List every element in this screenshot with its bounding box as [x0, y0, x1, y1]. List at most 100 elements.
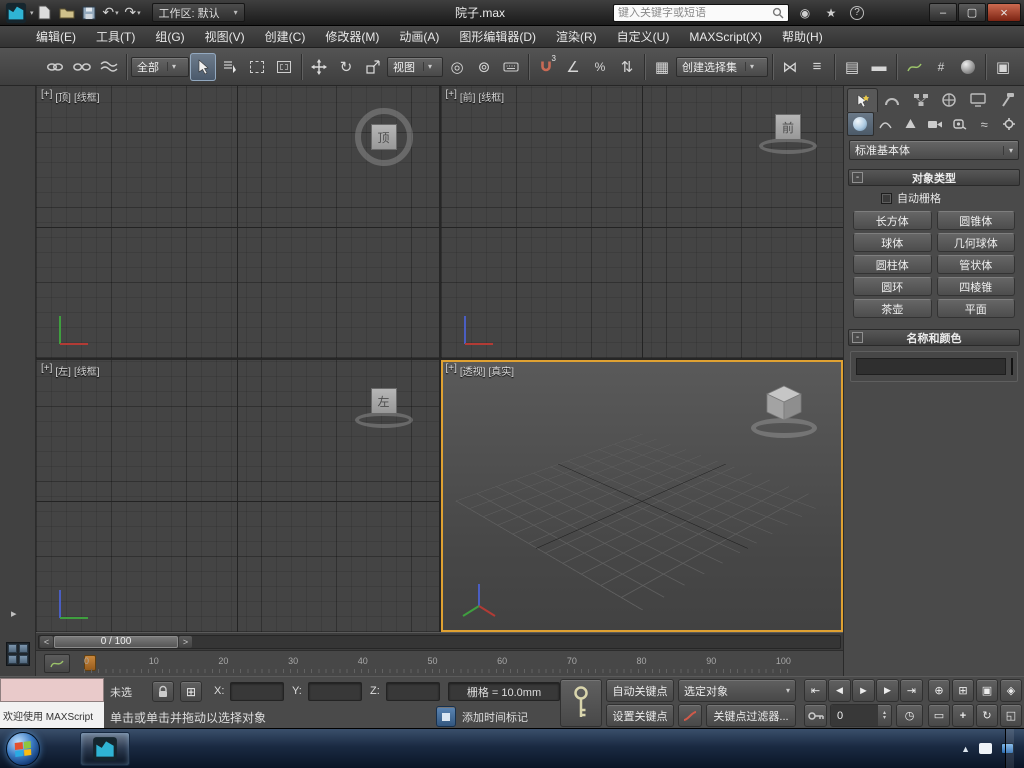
tray-notification-icon[interactable] [979, 743, 992, 754]
primitive-geosphere-button[interactable]: 几何球体 [937, 233, 1016, 252]
named-sets-dropdown[interactable]: 创建选择集▾ [676, 57, 768, 77]
bind-to-spacewarp-button[interactable] [96, 53, 122, 81]
previous-frame-button[interactable]: ◀ [828, 679, 851, 702]
category-spacewarps[interactable]: ≈ [972, 112, 997, 136]
auto-key-button[interactable]: 自动关键点 [606, 679, 674, 702]
primitive-cylinder-button[interactable]: 圆柱体 [853, 255, 932, 274]
menu-item-help[interactable]: 帮助(H) [772, 26, 833, 47]
current-frame-spinner[interactable]: 0 ▴▾ [830, 704, 892, 727]
object-type-rollout-header[interactable]: - 对象类型 [848, 169, 1020, 186]
next-frame-button[interactable]: ▶ [876, 679, 899, 702]
primitive-cone-button[interactable]: 圆锥体 [937, 211, 1016, 230]
viewcube-face[interactable]: 前 [775, 114, 801, 140]
keyboard-override-button[interactable] [498, 53, 524, 81]
menu-item-modifiers[interactable]: 修改器(M) [315, 26, 389, 47]
viewport-shading-label[interactable]: [真实] [488, 363, 514, 378]
viewport-pov-label[interactable]: [前] [460, 89, 476, 104]
undo-button[interactable]: ↶▾ [100, 3, 122, 23]
current-frame-value[interactable]: 0 [831, 705, 878, 726]
menu-item-tools[interactable]: 工具(T) [86, 26, 145, 47]
viewport-pov-label[interactable]: [顶] [55, 89, 71, 104]
open-mini-curve-editor-button[interactable] [44, 654, 70, 673]
time-slider-handle[interactable]: 0 / 100 [54, 636, 178, 648]
save-file-button[interactable] [78, 3, 100, 23]
time-slider[interactable]: < 0 / 100 > [38, 635, 841, 649]
menu-item-views[interactable]: 视图(V) [195, 26, 255, 47]
category-lights[interactable] [898, 112, 923, 136]
maxscript-mini-listener[interactable]: 欢迎使用 MAXScript [0, 702, 104, 728]
key-filters-button[interactable]: 关键点过滤器... [706, 704, 796, 727]
schematic-view-button[interactable]: # [928, 53, 954, 81]
menu-item-maxscript[interactable]: MAXScript(X) [679, 26, 772, 47]
material-editor-button[interactable] [955, 53, 981, 81]
category-helpers[interactable] [947, 112, 972, 136]
name-color-rollout-header[interactable]: - 名称和颜色 [848, 329, 1020, 346]
y-coordinate-input[interactable] [308, 682, 362, 701]
menu-item-customize[interactable]: 自定义(U) [607, 26, 680, 47]
menu-item-rendering[interactable]: 渲染(R) [546, 26, 607, 47]
autogrid-checkbox[interactable] [881, 193, 892, 204]
tab-hierarchy[interactable] [906, 88, 935, 112]
primitive-tube-button[interactable]: 管状体 [937, 255, 1016, 274]
viewport-front[interactable]: [+] [前] [线框] 前 [441, 86, 844, 358]
play-button[interactable]: ► [852, 679, 875, 702]
snaps-toggle-button[interactable]: 3 [533, 53, 559, 81]
tab-motion[interactable] [935, 88, 964, 112]
selection-lock-button[interactable] [152, 681, 174, 702]
menu-item-animation[interactable]: 动画(A) [389, 26, 449, 47]
menu-item-group[interactable]: 组(G) [145, 26, 194, 47]
default-tangents-button[interactable] [678, 704, 702, 727]
viewport-menu-button[interactable]: [+] [446, 363, 457, 378]
tab-create[interactable] [847, 88, 878, 112]
spinner-snap-button[interactable]: ⇅ [614, 53, 640, 81]
viewport-shading-label[interactable]: [线框] [74, 89, 100, 104]
tab-display[interactable] [964, 88, 993, 112]
zoom-extents-button[interactable]: ▣ [976, 679, 998, 702]
orbit-button[interactable]: ↻ [976, 704, 998, 727]
time-configuration-button[interactable]: ◷ [896, 704, 923, 727]
viewport-menu-button[interactable]: [+] [41, 89, 52, 104]
category-shapes[interactable] [874, 112, 899, 136]
object-name-input[interactable] [856, 358, 1006, 375]
viewport-top[interactable]: [+] [顶] [线框] 顶 [36, 86, 439, 358]
category-cameras[interactable] [923, 112, 948, 136]
track-bar[interactable]: 0 10 20 30 40 50 60 70 80 90 100 [36, 650, 843, 676]
transform-typein-mode-button[interactable]: ⊞ [180, 681, 202, 702]
tray-expand-icon[interactable]: ▲ [961, 744, 970, 754]
app-menu-button[interactable] [3, 1, 29, 25]
zoom-region-button[interactable]: ▭ [928, 704, 950, 727]
selection-region-button[interactable] [244, 53, 270, 81]
selection-filter-dropdown[interactable]: 全部▾ [131, 57, 189, 77]
chevron-down-icon[interactable]: ▾ [137, 9, 141, 17]
search-icon[interactable] [772, 7, 784, 19]
mirror-button[interactable]: ⋈ [777, 53, 803, 81]
layer-manager-button[interactable]: ▤ [839, 53, 865, 81]
spinner-down-icon[interactable]: ▾ [883, 716, 886, 721]
minimize-button[interactable]: – [929, 3, 957, 22]
select-by-name-button[interactable] [217, 53, 243, 81]
chevron-down-icon[interactable]: ▾ [115, 9, 119, 17]
edit-named-sets-button[interactable]: ▦ [649, 53, 675, 81]
show-desktop-button[interactable] [1005, 729, 1014, 768]
goto-start-button[interactable]: ⇤ [804, 679, 827, 702]
menu-item-create[interactable]: 创建(C) [255, 26, 316, 47]
viewport-menu-button[interactable]: [+] [446, 89, 457, 104]
viewcube[interactable]: 左 [355, 382, 413, 428]
viewcube-face[interactable]: 左 [371, 388, 397, 414]
ribbon-toggle-button[interactable]: ▬ [866, 53, 892, 81]
viewport-left[interactable]: [+] [左] [线框] 左 [36, 360, 439, 632]
pan-button[interactable]: + [952, 704, 974, 727]
object-color-swatch[interactable] [1011, 358, 1013, 375]
primitive-pyramid-button[interactable]: 四棱锥 [937, 277, 1016, 296]
close-button[interactable]: × [987, 3, 1021, 22]
zoom-all-button[interactable]: ⊞ [952, 679, 974, 702]
primitive-box-button[interactable]: 长方体 [853, 211, 932, 230]
primitive-sphere-button[interactable]: 球体 [853, 233, 932, 252]
primitive-teapot-button[interactable]: 茶壶 [853, 299, 932, 318]
menu-item-graph-editors[interactable]: 图形编辑器(D) [449, 26, 546, 47]
category-systems[interactable] [996, 112, 1021, 136]
add-time-tag-button[interactable]: 添加时间标记 [462, 709, 528, 725]
set-key-mode-button[interactable] [560, 679, 602, 727]
use-pivot-center-button[interactable]: ◎ [444, 53, 470, 81]
select-rotate-button[interactable]: ↻ [333, 53, 359, 81]
